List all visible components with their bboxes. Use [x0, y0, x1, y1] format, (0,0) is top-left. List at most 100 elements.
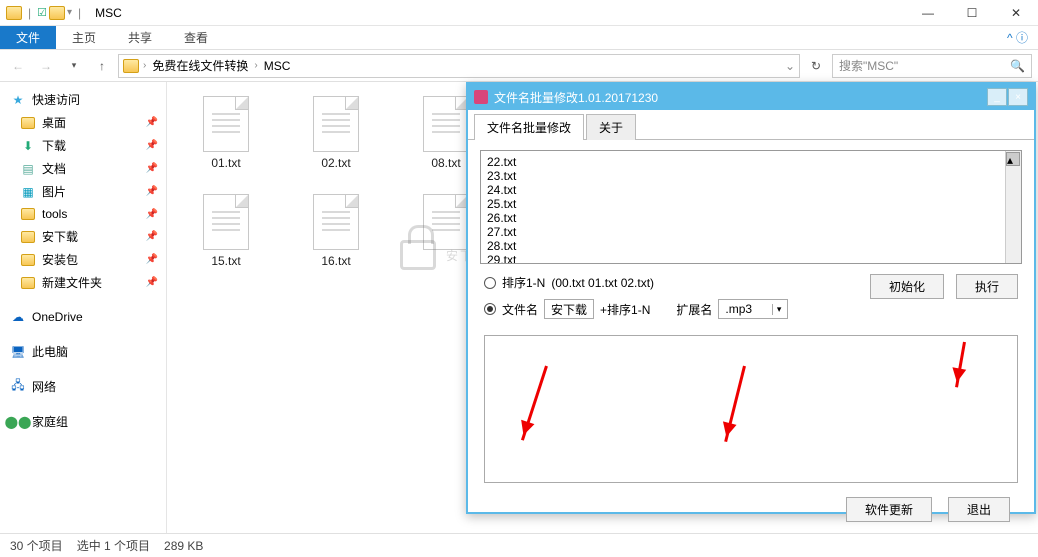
- sidebar-item-tools[interactable]: tools📌: [0, 203, 166, 225]
- status-count: 30 个项目: [10, 537, 63, 554]
- list-item[interactable]: 25.txt: [487, 197, 1015, 211]
- sidebar-item-documents[interactable]: ▤文档📌: [0, 157, 166, 180]
- chevron-right-icon: ›: [254, 60, 257, 71]
- ext-label: 扩展名: [676, 301, 712, 318]
- history-dropdown[interactable]: ▾: [62, 54, 86, 78]
- sidebar-item-pictures[interactable]: ▦图片📌: [0, 180, 166, 203]
- radio-sort[interactable]: [484, 277, 496, 289]
- folder-icon: [21, 117, 35, 129]
- minimize-button[interactable]: —: [906, 0, 950, 26]
- sidebar-homegroup[interactable]: ⬤⬤ 家庭组: [0, 410, 166, 433]
- pin-icon: 📌: [146, 163, 158, 174]
- filename-input[interactable]: 安下载: [544, 299, 594, 319]
- sidebar-quick-access[interactable]: ★ 快速访问: [0, 88, 166, 111]
- label: tools: [42, 207, 67, 221]
- folder-icon: [6, 6, 22, 20]
- sidebar-network[interactable]: 🖧网络: [0, 375, 166, 398]
- separator: |: [78, 6, 81, 20]
- close-button[interactable]: ×: [1008, 88, 1028, 106]
- crumb[interactable]: MSC: [260, 59, 295, 73]
- sidebar-item-newfolder[interactable]: 新建文件夹📌: [0, 271, 166, 294]
- pin-icon: 📌: [146, 117, 158, 128]
- tab-share[interactable]: 共享: [112, 25, 168, 50]
- star-icon: ★: [10, 92, 26, 108]
- scroll-up-icon[interactable]: ▴: [1006, 152, 1020, 166]
- separator: |: [28, 6, 31, 20]
- file-item[interactable]: 16.txt: [297, 194, 375, 268]
- label: 安下载: [42, 228, 78, 245]
- list-item[interactable]: 27.txt: [487, 225, 1015, 239]
- up-button[interactable]: ↑: [90, 54, 114, 78]
- close-button[interactable]: ✕: [994, 0, 1038, 26]
- tab-rename[interactable]: 文件名批量修改: [474, 114, 584, 140]
- scrollbar[interactable]: ▴: [1005, 151, 1021, 263]
- arrow-annotation: [724, 366, 746, 442]
- sidebar-onedrive[interactable]: ☁OneDrive: [0, 306, 166, 328]
- list-item[interactable]: 23.txt: [487, 169, 1015, 183]
- arrow-annotation: [955, 342, 966, 388]
- pin-icon: 📌: [146, 277, 158, 288]
- list-item[interactable]: 26.txt: [487, 211, 1015, 225]
- sidebar-item-install[interactable]: 安装包 📌: [0, 248, 166, 271]
- breadcrumb[interactable]: › 免费在线文件转换 › MSC ⌄: [118, 54, 800, 78]
- pin-icon: 📌: [146, 254, 158, 265]
- forward-button[interactable]: →: [34, 54, 58, 78]
- file-name: 02.txt: [321, 156, 350, 170]
- plus-sort-label: +排序1-N: [600, 301, 650, 318]
- homegroup-icon: ⬤⬤: [10, 414, 26, 430]
- label: 下载: [42, 137, 66, 154]
- file-item[interactable]: 01.txt: [187, 96, 265, 170]
- exit-button[interactable]: 退出: [948, 497, 1010, 522]
- statusbar: 30 个项目 选中 1 个项目 289 KB: [0, 533, 1038, 557]
- sidebar-item-downloads[interactable]: ⬇下载📌: [0, 134, 166, 157]
- document-icon: ▤: [20, 161, 36, 177]
- execute-button[interactable]: 执行: [956, 274, 1018, 299]
- dropdown-icon[interactable]: ⌄: [785, 59, 795, 73]
- init-button[interactable]: 初始化: [870, 274, 944, 299]
- file-name: 08.txt: [431, 156, 460, 170]
- dialog-titlebar[interactable]: 文件名批量修改1.01.20171230 _ ×: [468, 84, 1034, 110]
- ext-combobox[interactable]: .mp3 ▾: [718, 299, 788, 319]
- pin-icon: 📌: [146, 231, 158, 242]
- network-icon: 🖧: [10, 379, 26, 395]
- pc-icon: 🖥: [10, 344, 26, 360]
- search-input[interactable]: 搜索"MSC" 🔍: [832, 54, 1032, 78]
- file-item[interactable]: 15.txt: [187, 194, 265, 268]
- window-title: MSC: [95, 6, 122, 20]
- update-button[interactable]: 软件更新: [846, 497, 932, 522]
- list-item[interactable]: 24.txt: [487, 183, 1015, 197]
- arrow-annotation: [521, 366, 548, 441]
- dialog-title: 文件名批量修改1.01.20171230: [494, 89, 658, 106]
- sidebar-thispc[interactable]: 🖥此电脑: [0, 340, 166, 363]
- maximize-button[interactable]: ☐: [950, 0, 994, 26]
- tab-view[interactable]: 查看: [168, 25, 224, 50]
- label: 安装包: [42, 251, 78, 268]
- file-tab[interactable]: 文件: [0, 26, 56, 49]
- refresh-button[interactable]: ↻: [804, 59, 828, 73]
- file-listbox[interactable]: 22.txt23.txt24.txt25.txt26.txt27.txt28.t…: [480, 150, 1022, 264]
- tab-about[interactable]: 关于: [586, 114, 636, 140]
- folder-icon: [21, 231, 35, 243]
- minimize-button[interactable]: _: [987, 88, 1007, 106]
- sidebar-item-axz[interactable]: 安下载 📌: [0, 225, 166, 248]
- back-button[interactable]: ←: [6, 54, 30, 78]
- ext-value: .mp3: [725, 302, 752, 316]
- txt-file-icon: [203, 96, 249, 152]
- file-name: 16.txt: [321, 254, 350, 268]
- file-item[interactable]: 02.txt: [297, 96, 375, 170]
- list-item[interactable]: 29.txt: [487, 253, 1015, 264]
- chevron-icon[interactable]: ▾: [67, 7, 72, 18]
- help-icon[interactable]: ^ ⓘ: [997, 29, 1038, 46]
- titlebar: | ☑ ▾ | MSC — ☐ ✕: [0, 0, 1038, 26]
- folder-icon: [21, 254, 35, 266]
- pin-icon: 📌: [146, 140, 158, 151]
- label: 家庭组: [32, 413, 68, 430]
- list-item[interactable]: 28.txt: [487, 239, 1015, 253]
- tab-home[interactable]: 主页: [56, 25, 112, 50]
- crumb[interactable]: 免费在线文件转换: [148, 57, 252, 74]
- list-item[interactable]: 22.txt: [487, 155, 1015, 169]
- folder-icon: [49, 6, 65, 20]
- radio-filename[interactable]: [484, 303, 496, 315]
- sidebar-item-desktop[interactable]: 桌面📌: [0, 111, 166, 134]
- app-icon: [474, 90, 488, 104]
